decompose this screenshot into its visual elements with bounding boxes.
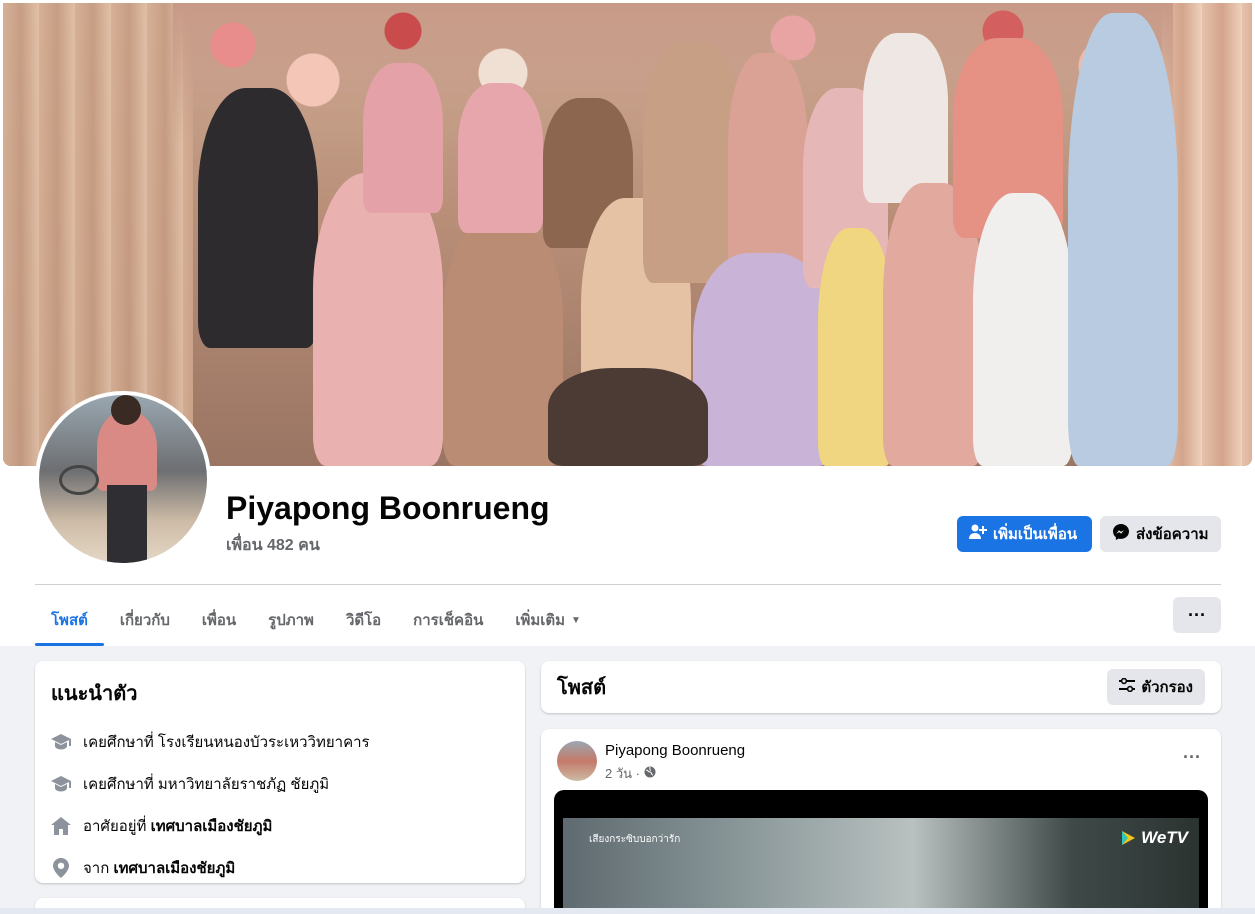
cover-photo[interactable] (3, 3, 1252, 466)
add-friend-label: เพิ่มเป็นเพื่อน (993, 526, 1078, 543)
home-icon (51, 816, 71, 836)
graduation-cap-icon (51, 774, 71, 794)
from-place[interactable]: เทศบาลเมืองชัยภูมิ (113, 860, 235, 877)
cover-person (548, 368, 708, 466)
filter-label: ตัวกรอง (1141, 679, 1193, 696)
post-card: Piyapong Boonrueng 2 วัน · ··· เสียงกระซ… (541, 729, 1221, 914)
intro-title: แนะนำตัว (51, 683, 138, 705)
profile-avatar[interactable] (35, 391, 211, 567)
tab-photos[interactable]: รูปภาพ (252, 596, 330, 644)
cover-person (818, 228, 893, 466)
wetv-logo: WeTV (1119, 828, 1188, 848)
posts-header-card: โพสต์ ตัวกรอง (541, 661, 1221, 713)
graduation-cap-icon (51, 732, 71, 752)
more-options-button[interactable]: ··· (1173, 597, 1221, 633)
intro-item-from: จาก เทศบาลเมืองชัยภูมิ (51, 847, 509, 889)
from-prefix: จาก (83, 860, 114, 877)
intro-card: แนะนำตัว เคยศึกษาที่ โรงเรียนหนองบัวระเห… (35, 661, 525, 883)
wetv-brand: WeTV (1141, 828, 1188, 847)
cover-person (363, 63, 443, 213)
location-pin-icon (51, 858, 71, 878)
header-divider (35, 584, 1221, 585)
cover-person (198, 88, 318, 348)
tab-more-label: เพิ่มเติม (515, 612, 566, 629)
post-options-button[interactable]: ··· (1183, 747, 1201, 768)
intro-item-text[interactable]: เคยศึกษาที่ โรงเรียนหนองบัวระเหววิทยาคาร (83, 730, 370, 754)
wetv-play-icon (1122, 831, 1136, 845)
post-time[interactable]: 2 วัน · (605, 763, 640, 784)
intro-item-lives-in: อาศัยอยู่ที่ เทศบาลเมืองชัยภูมิ (51, 805, 509, 847)
lives-in-prefix: อาศัยอยู่ที่ (83, 818, 151, 835)
filter-icon (1119, 677, 1136, 696)
post-author-name[interactable]: Piyapong Boonrueng (605, 742, 745, 759)
caret-down-icon: ▼ (571, 614, 581, 626)
profile-header: Piyapong Boonrueng เพื่อน 482 คน เพิ่มเป… (0, 0, 1255, 646)
intro-item-education-2: เคยศึกษาที่ มหาวิทยาลัยราชภัฏ ชัยภูมิ (51, 763, 509, 805)
posts-title: โพสต์ (557, 677, 607, 699)
message-label: ส่งข้อความ (1136, 526, 1209, 543)
friends-count[interactable]: เพื่อน 482 คน (226, 533, 320, 558)
post-video[interactable]: เสียงกระซิบบอกว่ารัก WeTV (554, 790, 1208, 914)
cover-person (313, 173, 443, 466)
add-friend-button[interactable]: เพิ่มเป็นเพื่อน (957, 516, 1092, 552)
tab-videos[interactable]: วิดีโอ (330, 596, 397, 644)
intro-item-text: จาก เทศบาลเมืองชัยภูมิ (83, 856, 235, 880)
tab-posts[interactable]: โพสต์ (35, 596, 104, 646)
intro-item-text[interactable]: เคยศึกษาที่ มหาวิทยาลัยราชภัฏ ชัยภูมิ (83, 772, 329, 796)
messenger-icon (1112, 523, 1130, 545)
tab-about[interactable]: เกี่ยวกับ (104, 596, 186, 644)
cover-person (728, 53, 808, 283)
profile-photo (39, 395, 207, 563)
profile-tabs: โพสต์ เกี่ยวกับ เพื่อน รูปภาพ วิดีโอ การ… (35, 596, 597, 646)
cover-person (458, 83, 543, 233)
message-button[interactable]: ส่งข้อความ (1100, 516, 1221, 552)
globe-icon (644, 766, 656, 781)
profile-name: Piyapong Boonrueng (226, 490, 550, 526)
tab-checkins[interactable]: การเช็คอิน (397, 596, 499, 644)
tab-more[interactable]: เพิ่มเติม ▼ (499, 596, 597, 644)
filter-button[interactable]: ตัวกรอง (1107, 669, 1205, 705)
lives-in-place[interactable]: เทศบาลเมืองชัยภูมิ (151, 818, 273, 835)
bottom-bar (0, 908, 1255, 914)
add-friend-icon (969, 524, 987, 544)
tab-friends[interactable]: เพื่อน (186, 596, 252, 644)
cover-person (443, 218, 563, 466)
intro-item-text: อาศัยอยู่ที่ เทศบาลเมืองชัยภูมิ (83, 814, 272, 838)
video-caption: เสียงกระซิบบอกว่ารัก (589, 834, 681, 845)
post-meta: 2 วัน · (605, 763, 656, 784)
cover-person (973, 193, 1073, 466)
cover-person (863, 33, 948, 203)
intro-item-education-1: เคยศึกษาที่ โรงเรียนหนองบัวระเหววิทยาคาร (51, 721, 509, 763)
cover-person (1068, 13, 1178, 466)
post-author-avatar[interactable] (557, 741, 597, 781)
